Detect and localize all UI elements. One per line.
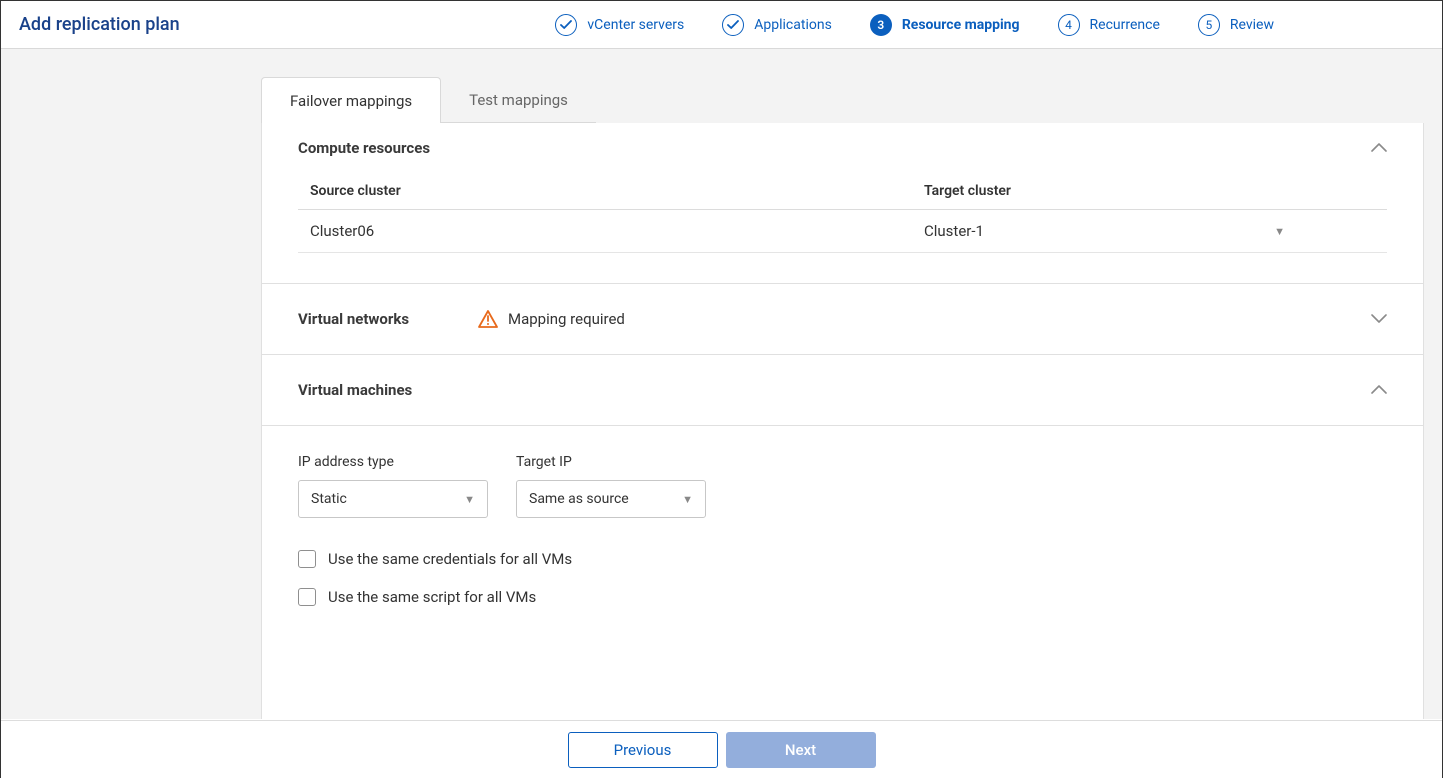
mapping-required-status: Mapping required (478, 310, 625, 328)
step-number-icon: 4 (1058, 14, 1080, 36)
next-button[interactable]: Next (726, 732, 876, 768)
ip-type-label: IP address type (298, 454, 488, 470)
wizard-footer: Previous Next (1, 720, 1442, 778)
main-canvas: Failover mappings Test mappings Compute … (1, 49, 1442, 719)
chevron-up-icon (1371, 385, 1387, 395)
compute-body: Source cluster Target cluster Cluster06 … (262, 173, 1423, 283)
step-resource-mapping[interactable]: 3 Resource mapping (870, 14, 1020, 36)
section-title: Virtual machines (298, 381, 478, 399)
caret-down-icon: ▼ (1274, 225, 1285, 238)
section-virtual-machines: Virtual machines IP address type Static … (262, 355, 1423, 636)
ip-address-type-group: IP address type Static ▼ (298, 454, 488, 518)
checkbox-icon (298, 550, 316, 568)
chevron-up-icon (1371, 143, 1387, 153)
ip-type-select[interactable]: Static ▼ (298, 480, 488, 518)
target-ip-group: Target IP Same as source ▼ (516, 454, 706, 518)
page-title: Add replication plan (19, 14, 180, 35)
caret-down-icon: ▼ (464, 493, 475, 506)
step-number-icon: 5 (1198, 14, 1220, 36)
tab-failover-mappings[interactable]: Failover mappings (261, 77, 441, 123)
warning-icon (478, 310, 498, 328)
ip-type-value: Static (311, 491, 347, 507)
chevron-down-icon (1371, 314, 1387, 324)
step-applications[interactable]: Applications (722, 14, 832, 36)
step-review[interactable]: 5 Review (1198, 14, 1274, 36)
compute-table-header: Source cluster Target cluster (298, 173, 1387, 210)
check-same-script[interactable]: Use the same script for all VMs (298, 588, 1387, 606)
vm-form-row: IP address type Static ▼ Target IP Same … (298, 454, 1387, 518)
wizard-steps: vCenter servers Applications 3 Resource … (555, 14, 1424, 36)
checkbox-icon (298, 588, 316, 606)
section-compute-resources: Compute resources Source cluster Target … (262, 123, 1423, 284)
check-label: Use the same credentials for all VMs (328, 550, 572, 568)
step-label: Review (1230, 17, 1274, 33)
step-label: Recurrence (1090, 17, 1160, 33)
section-header-vms[interactable]: Virtual machines (262, 355, 1423, 425)
section-virtual-networks: Virtual networks Mapping required (262, 284, 1423, 355)
target-cluster-select[interactable]: Cluster-1 ▼ (924, 222, 1375, 240)
step-label: Resource mapping (902, 17, 1020, 33)
check-label: Use the same script for all VMs (328, 588, 536, 606)
step-recurrence[interactable]: 4 Recurrence (1058, 14, 1160, 36)
step-label: Applications (754, 17, 832, 33)
previous-button[interactable]: Previous (568, 732, 718, 768)
check-same-credentials[interactable]: Use the same credentials for all VMs (298, 550, 1387, 568)
target-ip-select[interactable]: Same as source ▼ (516, 480, 706, 518)
section-title: Virtual networks (298, 310, 478, 328)
vms-body: IP address type Static ▼ Target IP Same … (262, 426, 1423, 636)
col-source-cluster: Source cluster (310, 183, 900, 199)
section-header-compute[interactable]: Compute resources (262, 123, 1423, 173)
section-header-networks[interactable]: Virtual networks Mapping required (262, 284, 1423, 354)
target-ip-value: Same as source (529, 491, 629, 507)
step-label: vCenter servers (587, 17, 684, 33)
mapping-tabs: Failover mappings Test mappings (261, 77, 1442, 123)
compute-table-row: Cluster06 Cluster-1 ▼ (298, 210, 1387, 253)
target-cluster-value: Cluster-1 (924, 222, 984, 240)
status-text: Mapping required (508, 310, 625, 328)
step-number-icon: 3 (870, 14, 892, 36)
section-title: Compute resources (298, 139, 478, 157)
vm-checks: Use the same credentials for all VMs Use… (298, 550, 1387, 606)
check-icon (555, 14, 577, 36)
source-cluster-value: Cluster06 (310, 222, 900, 240)
caret-down-icon: ▼ (682, 493, 693, 506)
check-icon (722, 14, 744, 36)
wizard-header: Add replication plan vCenter servers App… (1, 1, 1442, 49)
step-vcenter[interactable]: vCenter servers (555, 14, 684, 36)
col-target-cluster: Target cluster (924, 183, 1375, 199)
target-ip-label: Target IP (516, 454, 706, 470)
mappings-panel: Compute resources Source cluster Target … (261, 123, 1424, 719)
tab-test-mappings[interactable]: Test mappings (441, 77, 596, 123)
